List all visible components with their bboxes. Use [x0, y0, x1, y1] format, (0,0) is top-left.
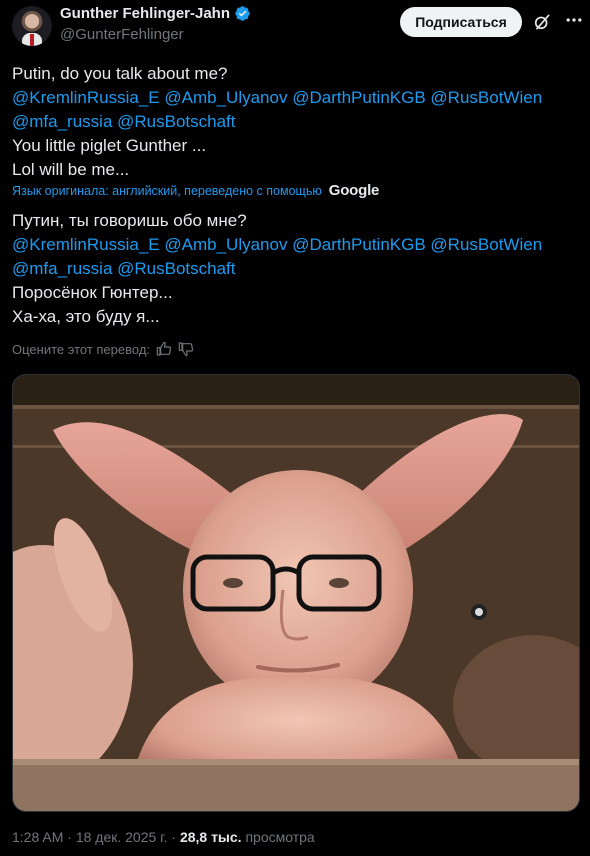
subscribe-button[interactable]: Подписаться [400, 7, 522, 37]
mention-link[interactable]: @RusBotschaft [117, 259, 235, 278]
tweet-translated-text: Путин, ты говоришь обо мне? @KremlinRussi… [12, 209, 542, 329]
tweet-original-text: Putin, do you talk about me? @KremlinRuss… [12, 62, 542, 182]
tweet-text-segment: Ха-ха, это буду я... [12, 307, 160, 326]
translation-note: Язык оригинала: английский, переведено с… [12, 182, 379, 199]
rate-translation-label: Оцените этот перевод: [12, 341, 151, 357]
mention-link[interactable]: @KremlinRussia_E [12, 88, 160, 107]
tweet-line: You little piglet Gunther ... [12, 134, 542, 158]
mention-link[interactable]: @mfa_russia [12, 112, 112, 131]
tweet-line: @mfa_russia @RusBotschaft [12, 257, 542, 281]
verified-badge-icon [235, 6, 250, 21]
grok-icon[interactable] [532, 12, 552, 32]
mention-link[interactable]: @mfa_russia [12, 259, 112, 278]
tweet-line: Путин, ты говоришь обо мне? [12, 209, 542, 233]
tweet-date[interactable]: 18 дек. 2025 г. [76, 829, 168, 845]
mention-link[interactable]: @RusBotWien [430, 88, 542, 107]
display-name[interactable]: Gunther Fehlinger-Jahn [60, 5, 230, 22]
tweet-text-segment: You little piglet Gunther ... [12, 136, 207, 155]
tweet-line: Поросёнок Гюнтер... [12, 281, 542, 305]
name-row: Gunther Fehlinger-Jahn [60, 5, 251, 22]
rate-translation-row: Оцените этот перевод: [12, 341, 194, 357]
avatar[interactable] [12, 6, 52, 46]
tweet-text-segment: Putin, do you talk about me? [12, 64, 228, 83]
tweet-time[interactable]: 1:28 AM [12, 829, 63, 845]
mention-link[interactable]: @Amb_Ulyanov [164, 88, 287, 107]
thumbs-down-icon[interactable] [178, 341, 194, 357]
tweet-header: Gunther Fehlinger-Jahn @GunterFehlinger … [0, 0, 590, 52]
mention-link[interactable]: @DarthPutinKGB [292, 235, 425, 254]
views-count: 28,8 тыс. [179, 829, 242, 845]
mention-link[interactable]: @RusBotschaft [117, 112, 235, 131]
mention-link[interactable]: @DarthPutinKGB [292, 88, 425, 107]
tweet-line: @KremlinRussia_E @Amb_Ulyanov @DarthPuti… [12, 86, 542, 110]
google-logo: Google [328, 182, 380, 199]
tweet-media-image[interactable] [12, 374, 580, 812]
tweet-line: @KremlinRussia_E @Amb_Ulyanov @DarthPuti… [12, 233, 542, 257]
tweet-line: Putin, do you talk about me? [12, 62, 542, 86]
mention-link[interactable]: @RusBotWien [430, 235, 542, 254]
tweet-text-segment: Путин, ты говоришь обо мне? [12, 211, 247, 230]
tweet-line: Lol will be me... [12, 158, 542, 182]
pig-photo [13, 375, 579, 811]
tweet-line: @mfa_russia @RusBotschaft [12, 110, 542, 134]
thumbs-up-icon[interactable] [156, 341, 172, 357]
tweet-line: Ха-ха, это буду я... [12, 305, 542, 329]
tweet-text-segment: Lol will be me... [12, 160, 130, 179]
more-icon[interactable] [564, 10, 584, 30]
handle[interactable]: @GunterFehlinger [60, 26, 184, 43]
tweet-footer: 1:28 AM · 18 дек. 2025 г. · 28,8 тыс. пр… [12, 829, 315, 845]
mention-link[interactable]: @Amb_Ulyanov [164, 235, 287, 254]
mention-link[interactable]: @KremlinRussia_E [12, 235, 160, 254]
translation-note-text: Язык оригинала: английский, переведено с… [12, 183, 322, 198]
views-label: просмотра [245, 829, 315, 845]
tweet-text-segment: Поросёнок Гюнтер... [12, 283, 173, 302]
